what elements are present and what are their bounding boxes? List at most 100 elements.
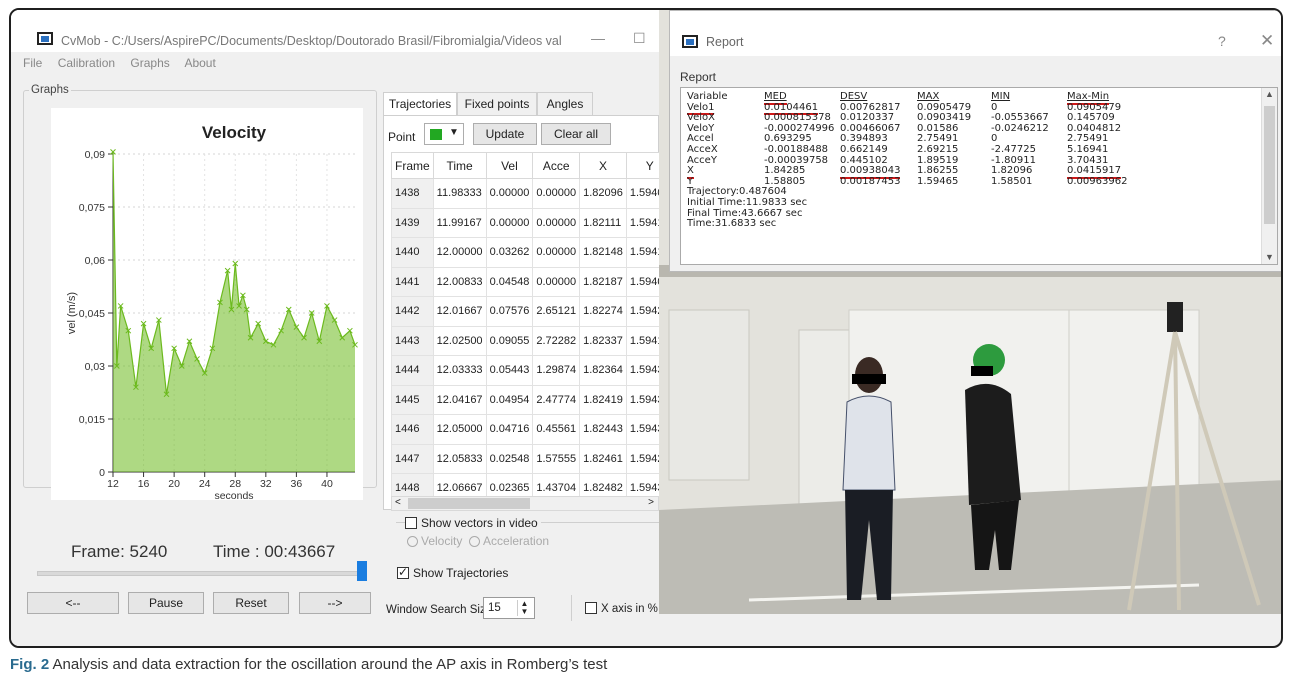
velocity-chart: Velocity 0 0,015 0,03 0,045 0,06 0,075 0,09 12 16…	[66, 123, 358, 502]
show-trajectories-option[interactable]: Show Trajectories	[397, 565, 508, 580]
report-titlebar: Report ? ✕	[670, 11, 1281, 56]
table-horizontal-scrollbar[interactable]: < >	[391, 496, 659, 511]
y-tick-label: 0,075	[79, 202, 105, 214]
x-tick-label: 24	[199, 478, 211, 490]
trajectory-table[interactable]: Frame Time Vel Acce X Y 1438 11.98333 0.00000 0.…	[391, 152, 674, 504]
scroll-down-arrow-icon[interactable]: ▼	[1265, 252, 1274, 262]
radiator	[668, 309, 750, 481]
menu-about[interactable]: About	[184, 56, 215, 70]
table-cell: 0.04954	[485, 384, 534, 415]
spin-arrows-icon[interactable]: ▲ ▼	[517, 600, 531, 616]
app-window-icon	[37, 32, 53, 45]
table-row[interactable]: 1442 12.01667 0.07576 2.65121 1.82274 1.59428	[391, 296, 674, 327]
column-header-time[interactable]: Time	[432, 152, 487, 179]
row-header: 1447	[391, 443, 434, 474]
report-column-header: MIN	[991, 91, 1011, 102]
next-button[interactable]: -->	[299, 592, 371, 614]
minimize-button[interactable]: —	[591, 30, 605, 46]
help-button[interactable]: ?	[1218, 33, 1226, 49]
report-text-area[interactable]: Variable MED DESV MAX MIN Max-Min Velo1 0.01044…	[680, 87, 1278, 265]
report-cell: AcceX	[687, 143, 718, 155]
chevron-down-icon: ▼	[449, 127, 459, 138]
report-cell: 1.58501	[991, 175, 1033, 187]
table-cell: 1.82443	[579, 414, 627, 445]
table-cell: 12.02500	[432, 325, 487, 356]
reset-button[interactable]: Reset	[213, 592, 289, 614]
table-row[interactable]: 1440 12.00000 0.03262 0.00000 1.82148 1.59416	[391, 237, 674, 268]
y-axis-label: vel (m/s)	[66, 292, 78, 334]
report-cell: 0.00963962	[1067, 175, 1128, 187]
table-cell: 0.00000	[532, 237, 581, 268]
pause-button[interactable]: Pause	[128, 592, 204, 614]
show-vectors-option[interactable]: Show vectors in video	[405, 516, 541, 530]
menu-graphs[interactable]: Graphs	[130, 56, 169, 70]
scrollbar-thumb[interactable]	[408, 498, 530, 509]
table-row[interactable]: 1447 12.05833 0.02548 1.57555 1.82461 1.59424	[391, 443, 674, 474]
row-header: 1438	[391, 178, 434, 209]
x-axis-percent-checkbox[interactable]	[585, 602, 597, 614]
scroll-up-arrow-icon[interactable]: ▲	[1265, 89, 1274, 99]
tab-angles[interactable]: Angles	[537, 92, 593, 116]
table-row[interactable]: 1446 12.05000 0.04716 0.45561 1.82443 1.59430	[391, 414, 674, 445]
tab-fixed-points[interactable]: Fixed points	[457, 92, 537, 116]
report-vertical-scrollbar[interactable]: ▲ ▼	[1261, 88, 1277, 264]
playback-slider[interactable]	[37, 571, 367, 576]
table-cell: 12.00000	[432, 237, 487, 268]
table-row[interactable]: 1443 12.02500 0.09055 2.72282 1.82337 1.59419	[391, 325, 674, 356]
row-header: 1442	[391, 296, 434, 327]
report-cell: 5.16941	[1067, 143, 1109, 155]
table-row[interactable]: 1445 12.04167 0.04954 2.47774 1.82419 1.59430	[391, 384, 674, 415]
report-scrollbar-thumb[interactable]	[1264, 106, 1275, 224]
table-cell: 0.09055	[485, 325, 534, 356]
close-button[interactable]: ✕	[1260, 31, 1274, 51]
table-cell: 1.82111	[579, 207, 627, 238]
table-cell: 12.03333	[432, 355, 487, 386]
x-tick-label: 36	[291, 478, 303, 490]
scroll-left-arrow-icon[interactable]: <	[395, 497, 401, 508]
column-header-frame[interactable]: Frame	[391, 152, 434, 179]
report-column-header: DESV	[840, 91, 868, 102]
y-tick-label: 0,03	[85, 361, 106, 373]
x-axis-percent-option[interactable]: X axis in %	[585, 602, 658, 615]
playback-slider-handle[interactable]	[357, 561, 368, 581]
scroll-right-arrow-icon[interactable]: >	[648, 497, 654, 508]
table-row[interactable]: 1444 12.03333 0.05443 1.29874 1.82364 1.59431	[391, 355, 674, 386]
menu-calibration[interactable]: Calibration	[58, 56, 115, 70]
caption-text: Analysis and data extraction for the osc…	[49, 656, 608, 673]
window-search-spinbox[interactable]: 15 ▲ ▼	[483, 597, 535, 619]
velocity-radio[interactable]	[407, 536, 418, 547]
table-body: 1438 11.98333 0.00000 0.00000 1.82096 1.59401…	[391, 178, 674, 504]
face-censor-bar-1	[852, 374, 886, 384]
previous-button[interactable]: <--	[27, 592, 119, 614]
update-button[interactable]: Update	[473, 123, 537, 145]
clear-all-button[interactable]: Clear all	[541, 123, 611, 145]
table-header-row: Frame Time Vel Acce X Y	[391, 152, 674, 179]
acceleration-radio[interactable]	[469, 536, 481, 547]
table-row[interactable]: 1441 12.00833 0.04548 0.00000 1.82187 1.59409	[391, 266, 674, 297]
report-column-header: Variable	[687, 91, 728, 102]
report-summary-line: Time:31.6833 sec	[687, 218, 777, 230]
table-cell: 1.82148	[579, 237, 627, 268]
cvmob-titlebar: CvMob - C:/Users/AspirePC/Documents/Desk…	[11, 10, 659, 52]
report-cell: -0.0246212	[991, 122, 1049, 134]
report-section-label: Report	[680, 70, 717, 84]
table-row[interactable]: 1438 11.98333 0.00000 0.00000 1.82096 1.59401	[391, 178, 674, 209]
report-window: Report ? ✕ Report Variable MED DESV MAX MIN M…	[669, 10, 1281, 272]
window-search-value: 15	[488, 602, 501, 614]
maximize-button[interactable]: ☐	[633, 30, 646, 47]
point-color-dropdown[interactable]: ▼	[424, 123, 464, 145]
column-header-vel[interactable]: Vel	[485, 152, 534, 179]
table-cell: 0.04716	[485, 414, 534, 445]
cvmob-window: CvMob - C:/Users/AspirePC/Documents/Desk…	[11, 10, 674, 646]
column-header-acce[interactable]: Acce	[532, 152, 581, 179]
report-cell: 0.662149	[840, 143, 888, 155]
show-trajectories-checkbox[interactable]	[397, 565, 409, 579]
table-row[interactable]: 1439 11.99167 0.00000 0.00000 1.82111 1.59410	[391, 207, 674, 238]
menu-file[interactable]: File	[23, 56, 42, 70]
velocity-chart-panel: Velocity 0 0,015 0,03 0,045 0,06 0,075 0,09 12 16…	[51, 108, 363, 502]
column-header-x[interactable]: X	[579, 152, 627, 179]
table-cell: 0.00000	[532, 207, 581, 238]
table-cell: 1.82461	[579, 443, 627, 474]
tab-trajectories[interactable]: Trajectories	[383, 92, 457, 117]
show-vectors-checkbox[interactable]	[405, 517, 417, 529]
